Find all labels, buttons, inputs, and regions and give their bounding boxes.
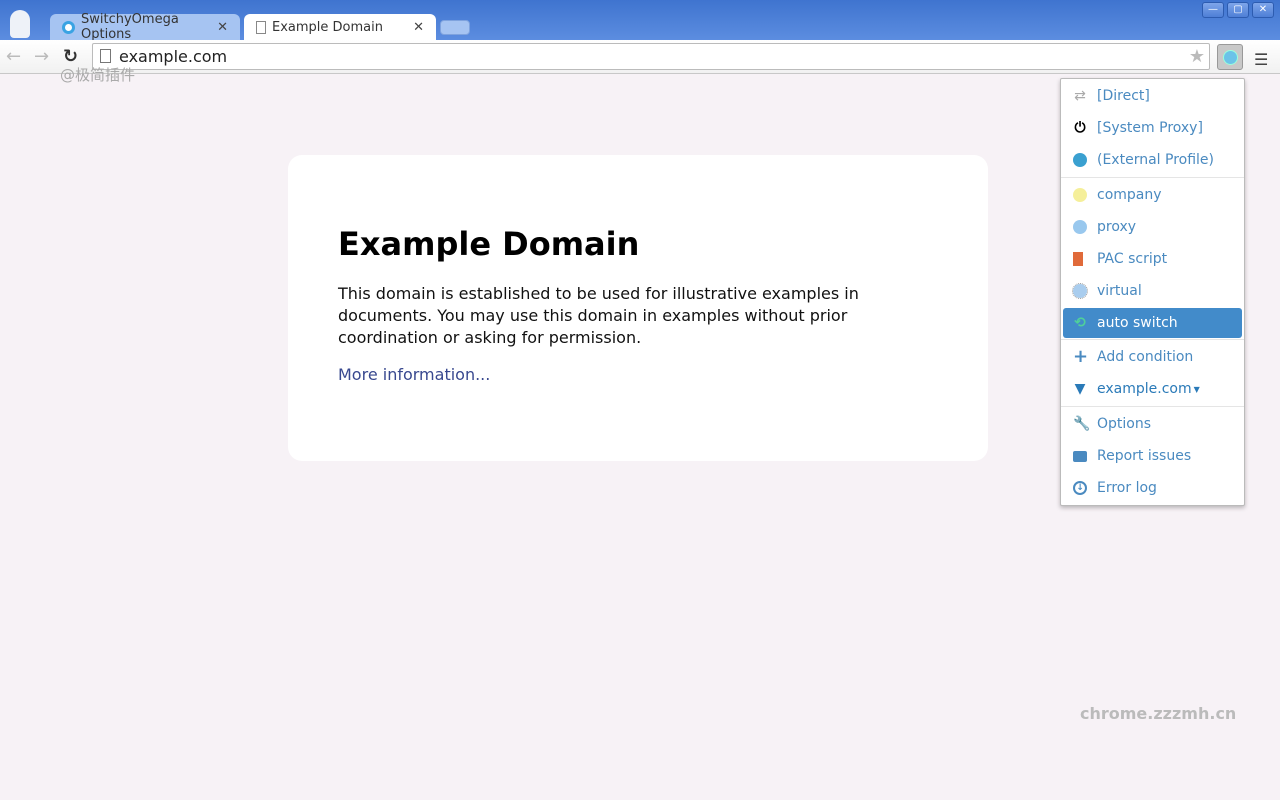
globe-icon (1073, 153, 1087, 167)
menu-item-report-issues[interactable]: Report issues (1063, 440, 1242, 472)
minimize-icon[interactable]: — (1202, 2, 1224, 18)
more-information-link[interactable]: More information... (338, 365, 490, 384)
item-label: company (1097, 187, 1162, 203)
profile-avatar-icon[interactable] (10, 10, 30, 38)
switchyomega-extension-button[interactable] (1217, 44, 1243, 70)
item-label: (External Profile) (1097, 152, 1214, 168)
switchyomega-icon (62, 20, 75, 34)
item-label: Options (1097, 416, 1152, 432)
page-icon (256, 20, 266, 34)
close-tab-icon[interactable]: ✕ (413, 20, 424, 35)
item-label: auto switch (1097, 315, 1178, 331)
globe-icon (1073, 188, 1087, 202)
maximize-icon[interactable]: ▢ (1227, 2, 1249, 18)
close-tab-icon[interactable]: ✕ (217, 20, 228, 35)
back-icon[interactable]: ← (6, 46, 21, 67)
menu-item-add-condition[interactable]: + Add condition (1063, 341, 1242, 373)
item-label: virtual (1097, 283, 1142, 299)
item-label: Add condition (1097, 349, 1194, 365)
power-icon: ⏻ (1074, 120, 1086, 136)
page-title: Example Domain (338, 225, 640, 263)
menu-item-virtual[interactable]: virtual (1063, 275, 1242, 307)
menu-item-error-log[interactable]: ↓ Error log (1063, 472, 1242, 504)
menu-item-auto-switch[interactable]: ⟲ auto switch (1063, 308, 1242, 338)
menu-item-system-proxy[interactable]: ⏻ [System Proxy] (1063, 112, 1242, 144)
page-content: Example Domain This domain is establishe… (288, 155, 988, 461)
title-bar: SwitchyOmega Options ✕ Example Domain ✕ … (0, 0, 1280, 42)
toolbar: ← → ↻ example.com ★ ☰ (0, 40, 1280, 74)
globe-icon (1224, 51, 1237, 64)
item-label: [Direct] (1097, 88, 1150, 104)
menu-item-company[interactable]: company (1063, 179, 1242, 211)
comment-icon (1073, 450, 1087, 462)
menu-item-options[interactable]: 🔧 Options (1063, 408, 1242, 440)
address-value: example.com (119, 47, 228, 66)
item-label: example.com (1097, 381, 1192, 397)
wrench-icon: 🔧 (1073, 416, 1091, 432)
retweet-icon: ⟲ (1074, 315, 1086, 331)
menu-item-external-profile[interactable]: (External Profile) (1063, 144, 1242, 176)
download-icon: ↓ (1073, 481, 1087, 495)
divider (1061, 177, 1244, 178)
page-description: This domain is established to be used fo… (338, 284, 859, 347)
filter-icon: ▼ (1074, 381, 1086, 397)
watermark-top: @极简插件 (60, 66, 136, 84)
tab-switchyomega-options[interactable]: SwitchyOmega Options ✕ (50, 12, 240, 42)
menu-item-direct[interactable]: ⇄ [Direct] (1063, 80, 1242, 112)
caret-down-icon: ▼ (1193, 384, 1200, 394)
file-icon (1073, 252, 1083, 266)
chrome-menu-icon[interactable]: ☰ (1254, 50, 1268, 69)
plus-icon: + (1073, 346, 1089, 367)
new-tab-button[interactable] (440, 20, 470, 35)
globe-icon (1073, 220, 1087, 234)
address-bar[interactable]: example.com ★ (92, 43, 1210, 70)
item-label: [System Proxy] (1097, 120, 1203, 136)
item-label: Report issues (1097, 448, 1192, 464)
close-window-icon[interactable]: ✕ (1252, 2, 1274, 18)
menu-item-proxy[interactable]: proxy (1063, 211, 1242, 243)
item-label: proxy (1097, 219, 1137, 235)
divider (1061, 406, 1244, 407)
bookmark-star-icon[interactable]: ★ (1189, 44, 1205, 69)
globe-icon (1072, 283, 1088, 299)
tab-label: SwitchyOmega Options (81, 12, 179, 42)
menu-item-pac-script[interactable]: PAC script (1063, 243, 1242, 275)
item-label: Error log (1097, 480, 1157, 496)
watermark-bottom: chrome.zzzmh.cn (1080, 704, 1237, 723)
item-label: PAC script (1097, 251, 1168, 267)
page-icon (100, 49, 111, 63)
tab-example-domain[interactable]: Example Domain ✕ (244, 14, 436, 40)
forward-icon[interactable]: → (34, 46, 49, 67)
menu-item-example-domain-dropdown[interactable]: ▼ example.com ▼ (1063, 373, 1242, 405)
divider (1061, 339, 1244, 340)
tab-label: Example Domain (272, 19, 383, 35)
switchyomega-popup: ⇄ [Direct] ⏻ [System Proxy] (External Prof… (1060, 78, 1245, 506)
arrows-exchange-icon: ⇄ (1074, 88, 1086, 104)
